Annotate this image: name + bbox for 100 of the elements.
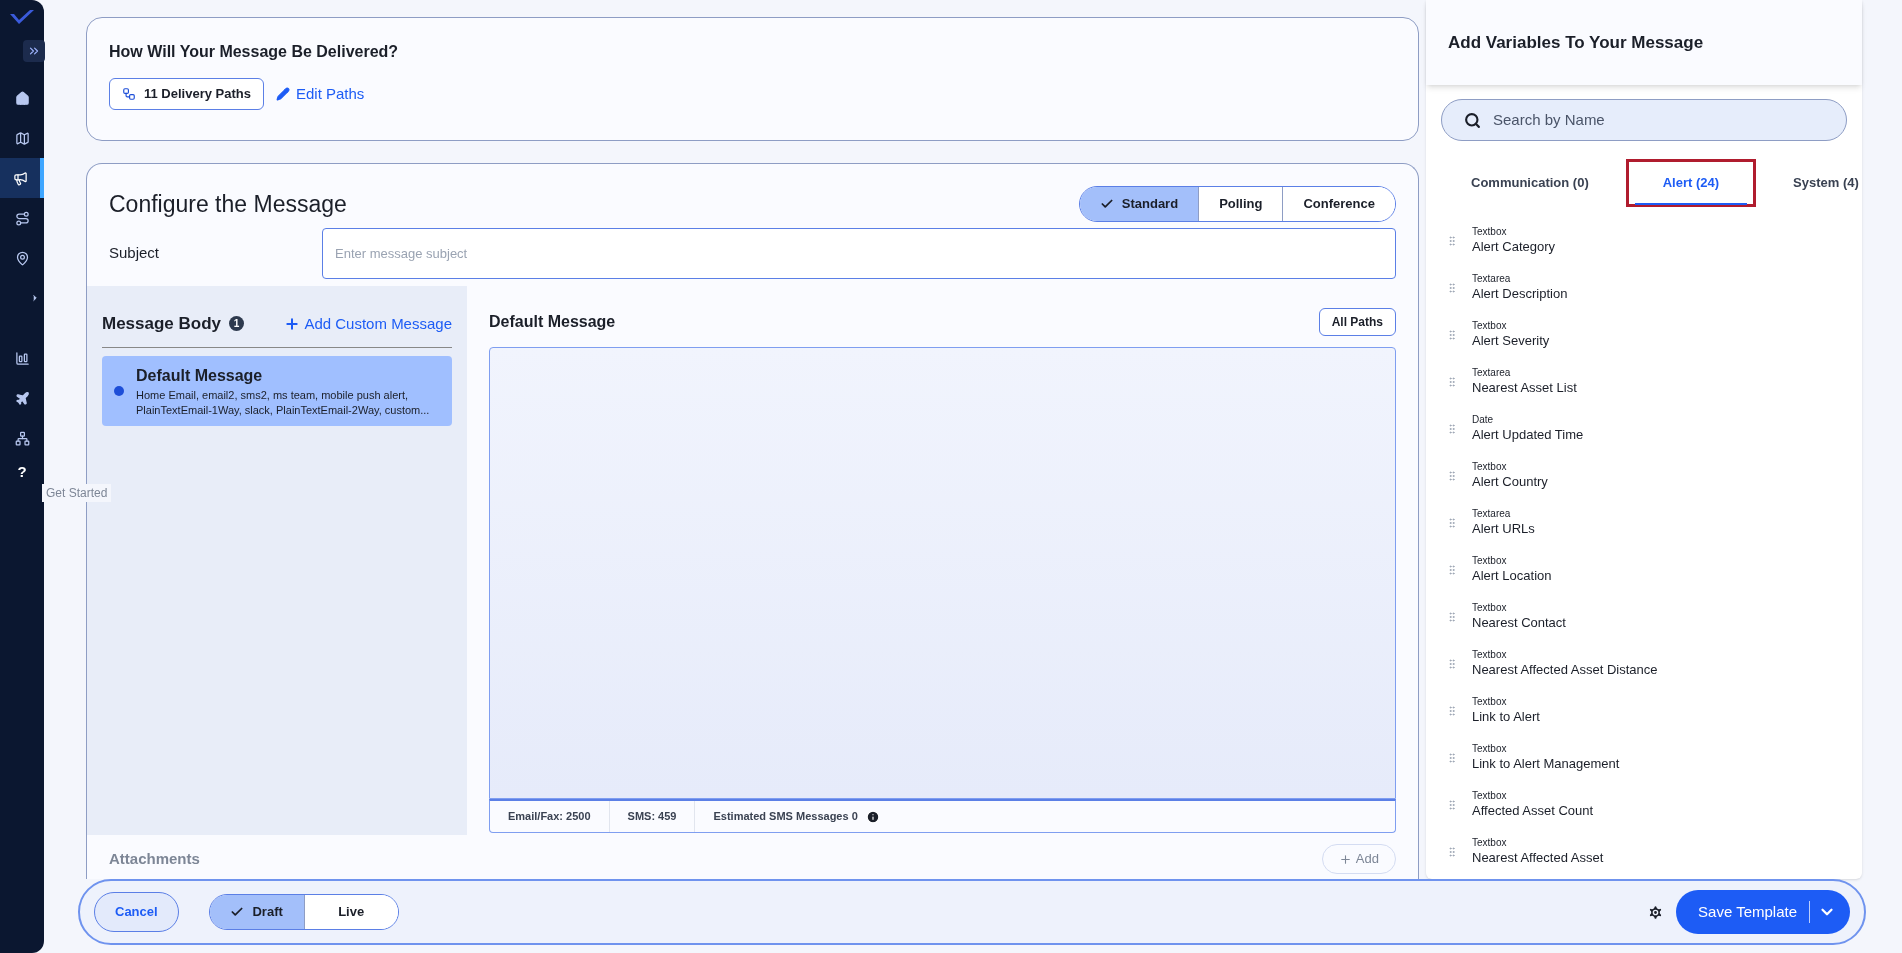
variable-item[interactable]: Textarea Alert URLs [1446,499,1842,546]
variable-type: Textbox [1472,319,1508,332]
bar-chart-icon [14,350,30,366]
variable-type: Textarea [1472,366,1512,379]
drag-handle-icon [1446,516,1458,529]
counter-text: Estimated SMS Messages 0 [694,801,898,832]
variable-type: Textbox [1472,695,1508,708]
check-icon [1099,197,1114,211]
message-item[interactable]: Default Message Home Email, email2, sms2, ms team, mobile push alert, PlainTextEmail-1Way, slack, PlainTextEmail-2Way, custom... [102,355,452,426]
category-tab[interactable]: System (4) [1756,159,1896,207]
editor-title: Default Message [489,312,616,332]
variable-item[interactable]: Textbox Alert Severity [1446,311,1842,358]
check-icon [230,905,245,919]
drag-handle-icon [1446,234,1458,247]
count-badge: 1 [229,316,245,332]
variable-name: Nearest Asset List [1472,379,1577,397]
add-custom-message-button[interactable]: Add Custom Message [284,312,452,335]
variable-item[interactable]: Textbox Affected Asset Count [1446,781,1842,828]
variable-type: Textbox [1472,742,1508,755]
variable-item[interactable]: Date Alert Updated Time [1446,405,1842,452]
drag-handle-icon [1446,422,1458,435]
variable-name: Alert Category [1472,238,1556,256]
delivery-paths-button[interactable]: 11 Delivery Paths [109,78,264,110]
help-button[interactable]: ? [17,458,27,486]
message-item-title: Default Message [136,365,264,386]
variable-type: Textbox [1472,789,1508,802]
variable-item[interactable]: Textbox Nearest Affected Asset Distance [1446,640,1842,687]
variable-item[interactable]: Textbox Link to Alert [1446,687,1842,734]
plane-icon [14,390,30,406]
variable-type: Textbox [1472,554,1508,567]
network-icon [14,430,30,446]
status-option[interactable]: Live [303,895,398,929]
variable-name: Alert URLs [1472,520,1535,538]
mode-tab[interactable]: Conference [1282,187,1395,221]
subject-label: Subject [109,243,161,264]
cancel-button[interactable]: Cancel [94,892,179,932]
mode-tab[interactable]: Polling [1198,187,1283,221]
counter-text: Email/Fax: 2500 [507,809,592,825]
drag-handle-icon [1446,845,1458,858]
category-tab[interactable]: Communication (0) [1434,159,1626,207]
variable-name: Nearest Contact [1472,614,1566,632]
message-body-title: Message Body [102,313,222,335]
drag-handle-icon [1446,657,1458,670]
expand-sidebar-button[interactable] [23,40,45,62]
expand-arrow-icon [30,293,40,303]
info-icon [865,809,880,824]
home-icon [14,90,30,106]
nav-item[interactable] [0,158,44,198]
save-template-button[interactable]: Save Template [1676,890,1850,934]
plus-icon [1338,852,1352,866]
mode-tab[interactable]: Standard [1079,187,1199,221]
variables-title: Add Variables To Your Message [1448,32,1705,54]
variable-item[interactable]: Textarea Nearest Asset List [1446,358,1842,405]
variable-type: Date [1472,413,1495,426]
variable-item[interactable]: Textbox Alert Country [1446,452,1842,499]
drag-handle-icon [1446,328,1458,341]
double-chevron-icon [27,44,41,58]
all-paths-button[interactable]: All Paths [1318,308,1396,336]
drag-handle-icon [1446,610,1458,623]
drag-handle-icon [1446,281,1458,294]
category-tab[interactable]: Alert (24) [1625,159,1757,207]
variable-name: Alert Updated Time [1472,426,1584,444]
drag-handle-icon [1446,563,1458,576]
variable-type: Textbox [1472,225,1508,238]
attachments-label: Attachments [109,848,200,869]
variable-name: Link to Alert Management [1472,755,1620,773]
tooltip-text: Get Started [42,484,112,502]
variable-name: Nearest Affected Asset [1472,849,1604,867]
drag-handle-icon [1446,798,1458,811]
variable-type: Textbox [1472,836,1508,849]
delivery-title: How Will Your Message Be Delivered? [109,42,400,62]
map-pin-icon [14,250,30,266]
workflow-icon [122,87,136,101]
message-item-paths: Home Email, email2, sms2, ms team, mobile push alert, PlainTextEmail-1Way, slack, PlainTextEmail-2Way, custom... [136,387,431,418]
variable-type: Textarea [1472,507,1512,520]
status-option[interactable]: Draft [209,895,304,929]
edit-paths-link[interactable]: Edit Paths [275,82,365,106]
variable-type: Textbox [1472,460,1508,473]
variable-item[interactable]: Textbox Nearest Contact [1446,593,1842,640]
variable-item[interactable]: Textbox Alert Category [1446,217,1842,264]
variable-type: Textarea [1472,272,1512,285]
search-icon [1464,111,1481,129]
variable-name: Link to Alert [1472,708,1540,726]
pencil-icon [275,87,290,101]
variable-item[interactable]: Textbox Nearest Affected Asset [1446,828,1842,875]
drag-handle-icon [1446,375,1458,388]
variable-name: Alert Location [1472,567,1552,585]
subject-field[interactable]: Enter message subject [322,228,1396,279]
settings-icon[interactable] [1647,903,1665,921]
variable-item[interactable]: Textarea Alert Description [1446,264,1842,311]
variable-item[interactable]: Textbox Alert Location [1446,546,1842,593]
map-icon [14,130,30,146]
variable-name: Affected Asset Count [1472,802,1594,820]
variable-name: Alert Country [1472,473,1548,491]
search-field[interactable]: Search by Name [1493,108,1824,132]
variable-item[interactable]: Textbox Link to Alert Management [1446,734,1842,781]
drag-handle-icon [1446,751,1458,764]
megaphone-icon [12,170,28,186]
counter-text: SMS: 459 [608,801,695,832]
search-bar[interactable]: Search by Name [1441,99,1847,141]
